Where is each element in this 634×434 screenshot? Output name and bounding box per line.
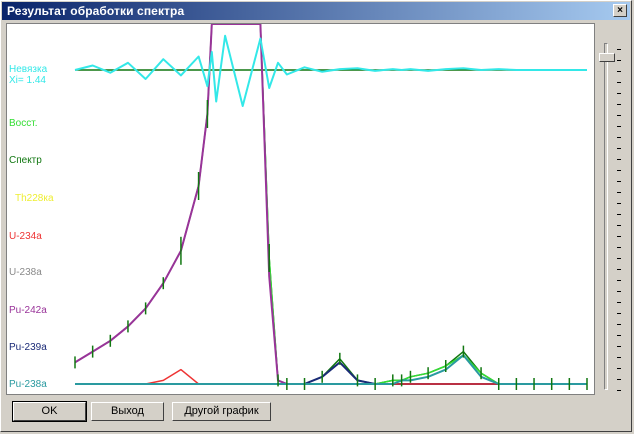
other-graph-button[interactable]: Другой график — [172, 402, 271, 421]
slider-tick — [617, 280, 621, 281]
slider-tick — [617, 60, 621, 61]
legend-label-3: Спектр — [9, 155, 42, 166]
series-line-1 — [74, 24, 587, 385]
slider-tick — [617, 214, 621, 215]
slider-tick — [617, 335, 621, 336]
vertical-slider-track[interactable] — [604, 43, 608, 390]
slider-tick — [617, 236, 621, 237]
title-bar[interactable]: Результат обработки спектра × — [2, 2, 630, 20]
slider-tick — [617, 379, 621, 380]
window-title: Результат обработки спектра — [7, 4, 185, 18]
slider-tick — [617, 137, 621, 138]
slider-tick — [617, 346, 621, 347]
vertical-slider-thumb[interactable] — [599, 53, 615, 63]
legend-label-9: Pu-238a — [9, 379, 47, 390]
slider-tick — [617, 192, 621, 193]
slider-tick — [617, 181, 621, 182]
slider-tick — [617, 225, 621, 226]
legend-label-2: Восст. — [9, 118, 38, 129]
slider-tick — [617, 49, 621, 50]
spectrum-chart-svg — [74, 24, 588, 390]
result-window: Результат обработки спектра × Невязка Xi=… — [0, 0, 632, 432]
series-line-0 — [74, 24, 587, 385]
legend-label-0: Невязка — [9, 64, 48, 75]
series-line-2 — [74, 24, 587, 385]
slider-tick — [617, 291, 621, 292]
slider-tick — [617, 247, 621, 248]
slider-tick — [617, 357, 621, 358]
slider-tick — [617, 368, 621, 369]
close-button[interactable]: × — [613, 4, 627, 17]
legend-label-8: Pu-239a — [9, 342, 47, 353]
series-line-7 — [74, 34, 587, 107]
slider-tick — [617, 159, 621, 160]
slider-tick — [617, 390, 621, 391]
slider-tick — [617, 115, 621, 116]
slider-tick — [617, 203, 621, 204]
exit-button[interactable]: Выход — [91, 402, 164, 421]
slider-tick — [617, 258, 621, 259]
legend-label-1: Xi= 1.44 — [9, 75, 46, 86]
spectrum-plot: Невязка Xi= 1.44 Восст. Спектр Th228ка U-234a… — [6, 23, 595, 395]
slider-tick — [617, 170, 621, 171]
ok-button[interactable]: OK — [12, 401, 87, 422]
legend-label-5: U-234a — [9, 231, 42, 242]
slider-tick — [617, 104, 621, 105]
legend-label-7: Pu-242a — [9, 305, 47, 316]
slider-tick — [617, 93, 621, 94]
series-line-3 — [75, 361, 587, 385]
slider-tick — [617, 126, 621, 127]
legend-label-4: Th228ка — [15, 193, 54, 204]
series-line-4 — [75, 368, 587, 385]
slider-tick — [617, 302, 621, 303]
slider-tick — [617, 269, 621, 270]
slider-tick — [617, 71, 621, 72]
slider-tick — [617, 82, 621, 83]
slider-tick — [617, 324, 621, 325]
legend-label-6: U-238a — [9, 267, 42, 278]
slider-tick — [617, 148, 621, 149]
slider-tick — [617, 313, 621, 314]
